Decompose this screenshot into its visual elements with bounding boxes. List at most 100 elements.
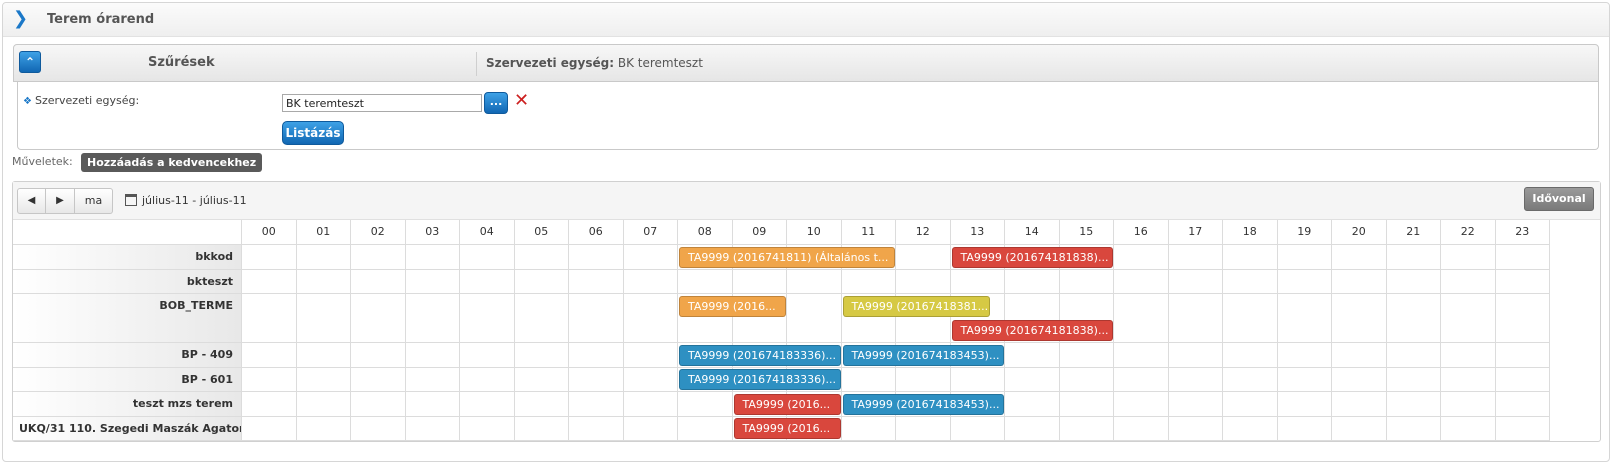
time-slot[interactable] (296, 416, 351, 441)
time-slot[interactable] (1114, 392, 1169, 417)
time-slot[interactable] (1441, 416, 1496, 441)
time-slot[interactable] (623, 294, 678, 343)
time-slot[interactable] (1332, 343, 1387, 368)
time-slot[interactable] (1332, 416, 1387, 441)
time-slot[interactable] (296, 343, 351, 368)
time-slot[interactable] (1223, 367, 1278, 392)
time-slot[interactable] (569, 343, 624, 368)
time-slot[interactable] (623, 343, 678, 368)
time-slot[interactable] (623, 245, 678, 270)
time-slot[interactable] (405, 343, 460, 368)
time-slot[interactable] (1386, 392, 1441, 417)
time-slot[interactable] (841, 416, 896, 441)
schedule-event[interactable]: TA9999 (20167418381... (842, 295, 991, 317)
time-slot[interactable] (1168, 294, 1223, 343)
time-slot[interactable] (1005, 367, 1060, 392)
time-slot[interactable] (351, 294, 406, 343)
time-slot[interactable] (1386, 294, 1441, 343)
time-slot[interactable] (569, 294, 624, 343)
time-slot[interactable] (460, 294, 515, 343)
schedule-event[interactable]: TA9999 (201674183453)... (842, 344, 1004, 366)
time-slot[interactable] (514, 245, 569, 270)
time-slot[interactable] (569, 367, 624, 392)
time-slot[interactable] (1441, 294, 1496, 343)
schedule-event[interactable]: TA9999 (2016... (679, 295, 786, 317)
time-slot[interactable] (351, 343, 406, 368)
time-slot[interactable] (242, 367, 297, 392)
time-slot[interactable] (1005, 269, 1060, 294)
time-slot[interactable] (1005, 416, 1060, 441)
time-slot[interactable] (1168, 343, 1223, 368)
time-slot[interactable] (1441, 245, 1496, 270)
collapse-filters-button[interactable]: ⌃ (19, 51, 41, 73)
time-slot[interactable] (1277, 269, 1332, 294)
add-favorite-button[interactable]: Hozzáadás a kedvencekhez (81, 153, 263, 172)
list-button[interactable]: Listázás (282, 121, 344, 145)
close-icon[interactable]: ✕ (514, 91, 529, 111)
time-slot[interactable] (514, 294, 569, 343)
time-slot[interactable] (405, 294, 460, 343)
time-slot[interactable] (1332, 392, 1387, 417)
time-slot[interactable] (351, 367, 406, 392)
time-slot[interactable] (1059, 367, 1114, 392)
time-slot[interactable] (514, 416, 569, 441)
time-slot[interactable] (1495, 343, 1550, 368)
time-slot[interactable] (732, 269, 787, 294)
time-slot[interactable] (460, 392, 515, 417)
time-slot[interactable] (787, 294, 842, 343)
time-slot[interactable] (1386, 367, 1441, 392)
time-slot[interactable] (460, 367, 515, 392)
time-slot[interactable] (296, 392, 351, 417)
time-slot[interactable] (1114, 245, 1169, 270)
time-slot[interactable] (1495, 367, 1550, 392)
time-slot[interactable] (1168, 392, 1223, 417)
time-slot[interactable] (1005, 343, 1060, 368)
time-slot[interactable] (351, 416, 406, 441)
time-slot[interactable] (1441, 269, 1496, 294)
time-slot[interactable] (242, 392, 297, 417)
time-slot[interactable] (896, 367, 951, 392)
time-slot[interactable] (1495, 294, 1550, 343)
time-slot[interactable] (1223, 269, 1278, 294)
time-slot[interactable] (1277, 343, 1332, 368)
time-slot[interactable] (296, 294, 351, 343)
time-slot[interactable] (514, 269, 569, 294)
time-slot[interactable] (1168, 367, 1223, 392)
time-slot[interactable] (242, 269, 297, 294)
time-slot[interactable] (1441, 392, 1496, 417)
time-slot[interactable] (569, 269, 624, 294)
time-slot[interactable] (405, 392, 460, 417)
time-slot[interactable] (787, 269, 842, 294)
time-slot[interactable] (678, 416, 733, 441)
time-slot[interactable] (1495, 269, 1550, 294)
time-slot[interactable] (296, 269, 351, 294)
chevron-right-icon[interactable]: ❯ (13, 10, 28, 28)
time-slot[interactable] (950, 367, 1005, 392)
time-slot[interactable] (351, 245, 406, 270)
time-slot[interactable] (1059, 392, 1114, 417)
time-slot[interactable] (1277, 245, 1332, 270)
time-slot[interactable] (569, 416, 624, 441)
time-slot[interactable] (1386, 269, 1441, 294)
today-button[interactable]: ma (75, 188, 113, 214)
time-slot[interactable] (1114, 269, 1169, 294)
time-slot[interactable] (242, 343, 297, 368)
time-slot[interactable] (896, 245, 951, 270)
time-slot[interactable] (405, 367, 460, 392)
time-slot[interactable] (1168, 416, 1223, 441)
time-slot[interactable] (351, 269, 406, 294)
time-slot[interactable] (460, 343, 515, 368)
time-slot[interactable] (460, 269, 515, 294)
time-slot[interactable] (460, 245, 515, 270)
time-slot[interactable] (841, 367, 896, 392)
time-slot[interactable] (1223, 392, 1278, 417)
schedule-event[interactable]: TA9999 (201674181838)... (951, 246, 1113, 268)
time-slot[interactable] (242, 245, 297, 270)
time-slot[interactable] (351, 392, 406, 417)
time-slot[interactable] (1495, 416, 1550, 441)
time-slot[interactable] (1114, 343, 1169, 368)
time-slot[interactable] (1386, 245, 1441, 270)
time-slot[interactable] (1005, 392, 1060, 417)
time-slot[interactable] (514, 367, 569, 392)
time-slot[interactable] (514, 392, 569, 417)
